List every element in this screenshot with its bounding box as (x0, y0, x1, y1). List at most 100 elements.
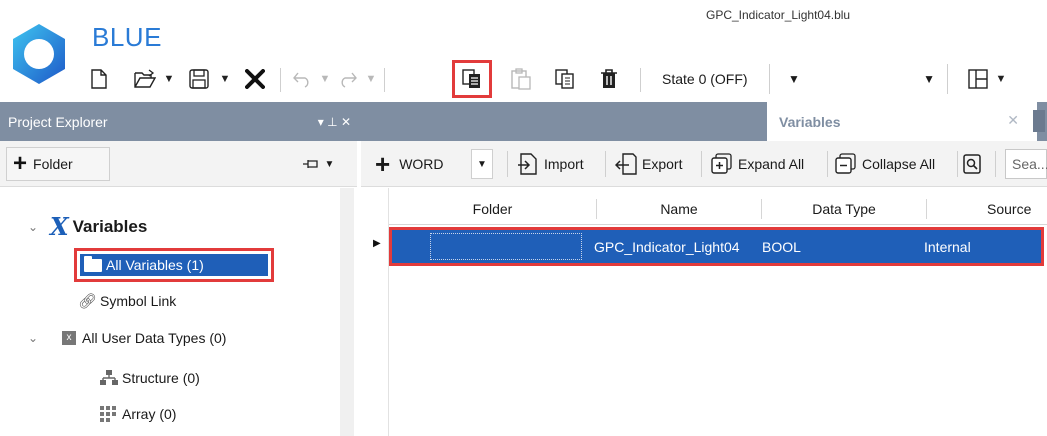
chevron-down-icon: ▼ (163, 73, 175, 85)
selected-row[interactable]: GPC_Indicator_Light04 BOOL Internal (392, 230, 1041, 263)
open-button[interactable] (132, 62, 158, 96)
import-icon (518, 153, 537, 175)
find-document-icon (963, 154, 981, 174)
expand-all-button[interactable]: Expand All (711, 149, 804, 179)
search-placeholder: Sea... (1012, 156, 1047, 172)
expand-all-label: Expand All (738, 156, 805, 172)
new-file-button[interactable] (88, 62, 110, 96)
column-header-data-type[interactable]: Data Type (762, 193, 926, 225)
variables-toolbar: + WORD ▼ Import Export Expand All Collap… (361, 141, 1047, 187)
variables-grid (361, 188, 1047, 436)
column-header-name[interactable]: Name (597, 193, 761, 225)
chevron-down-icon: ▼ (923, 72, 935, 86)
undo-dropdown[interactable]: ▼ (318, 62, 332, 96)
trash-button[interactable] (596, 62, 622, 96)
layout-dropdown[interactable]: ▼ (994, 62, 1008, 96)
find-button[interactable] (963, 149, 981, 179)
redo-button[interactable] (336, 62, 360, 96)
tree-item-variables[interactable]: ⌄ X Variables (28, 212, 147, 241)
close-icon[interactable]: ✕ (1007, 112, 1019, 129)
source-cell-value: Internal (924, 238, 971, 255)
column-header-folder-label: Folder (472, 201, 513, 217)
pin-icon (302, 160, 318, 168)
link-icon: 🔗︎ (78, 293, 98, 310)
column-header-data-type-label: Data Type (812, 201, 876, 217)
layout-button[interactable] (964, 62, 992, 96)
export-label: Export (642, 156, 683, 172)
collapse-all-button[interactable]: Collapse All (835, 149, 935, 179)
search-input[interactable]: Sea... (1005, 149, 1047, 179)
chevron-down-icon: ▼ (477, 158, 487, 170)
row-header-gutter (365, 188, 389, 436)
column-header-source[interactable]: Source (927, 193, 1047, 225)
pin-dropdown-button[interactable]: ▼ (296, 151, 340, 177)
toolbar-separator (640, 68, 641, 92)
array-icon (100, 406, 116, 422)
delete-button[interactable] (242, 62, 268, 96)
chevron-down-icon: ▼ (319, 73, 331, 85)
collapse-all-label: Collapse All (862, 156, 936, 172)
redo-dropdown[interactable]: ▼ (364, 62, 378, 96)
duplicate-icon (555, 69, 574, 89)
source-cell[interactable]: Internal (924, 230, 971, 263)
toolbar-separator (280, 68, 281, 92)
tree-item-structure-label: Structure (0) (122, 370, 200, 386)
tree-item-array-label: Array (0) (122, 406, 177, 422)
document-tabstrip: Variables ✕ (357, 102, 1047, 141)
tree-item-symbol-link[interactable]: 🔗︎ Symbol Link (78, 292, 176, 310)
plus-icon: + (375, 149, 391, 179)
name-cell[interactable]: GPC_Indicator_Light04 (594, 230, 740, 263)
project-explorer-toolbar: + Folder ▼ (0, 141, 357, 187)
redo-icon (341, 72, 357, 88)
state-select[interactable]: State 0 (OFF) (652, 64, 770, 94)
paste-button[interactable] (506, 62, 536, 96)
save-button[interactable] (186, 62, 212, 96)
trash-icon (601, 69, 617, 88)
all-variables-selected[interactable]: All Variables (1) (80, 254, 268, 276)
undo-icon (293, 72, 309, 88)
column-header-folder[interactable]: Folder (389, 193, 596, 225)
toolbar-separator (995, 151, 996, 177)
column-header-source-label: Source (987, 201, 1032, 217)
chevron-down-icon: ▼ (365, 73, 377, 85)
new-file-icon (91, 69, 107, 89)
toolbar-separator (384, 68, 385, 92)
title-toolbar-area: BLUE GPC_Indicator_Light04.blu ▼ ▼ ▼ ▼ S… (0, 0, 1047, 102)
tab-variables[interactable]: Variables ✕ (767, 102, 1037, 141)
tree-item-array[interactable]: Array (0) (100, 406, 176, 422)
tab-overflow-button[interactable] (1033, 110, 1045, 132)
tree-item-structure[interactable]: Structure (0) (100, 370, 200, 386)
panel-controls[interactable]: ▾ ⊥ ✕ (318, 102, 351, 141)
data-type-icon: x (62, 331, 76, 345)
word-type-dropdown[interactable]: ▼ (471, 149, 493, 179)
current-row-indicator-icon: ▶ (373, 238, 381, 249)
project-tree: ⌄ X Variables 🔗︎ Symbol Link ⌄ x All Use… (0, 188, 357, 436)
panel-controls-glyphs[interactable]: ▾ ⊥ ✕ (318, 115, 351, 129)
tree-item-user-data-types[interactable]: ⌄ x All User Data Types (0) (28, 330, 226, 346)
save-dropdown[interactable]: ▼ (218, 62, 232, 96)
add-word-label: WORD (399, 156, 444, 172)
structure-icon (100, 370, 118, 385)
blue-logo-icon (13, 24, 65, 84)
state-select-dropdown[interactable]: ▼ (780, 64, 808, 94)
add-word-button[interactable]: + WORD (375, 149, 444, 179)
delete-x-icon (245, 69, 265, 89)
tree-item-all-variables[interactable]: All Variables (1) (74, 248, 274, 282)
toolbar-separator (507, 151, 508, 177)
import-button[interactable]: Import (517, 149, 584, 179)
add-folder-button[interactable]: + Folder (6, 147, 110, 181)
table-row[interactable]: GPC_Indicator_Light04 BOOL Internal (389, 227, 1044, 266)
data-type-cell[interactable]: BOOL (762, 230, 801, 263)
file-title: GPC_Indicator_Light04.blu (706, 8, 851, 22)
open-dropdown[interactable]: ▼ (162, 62, 176, 96)
secondary-combo[interactable]: ▼ (820, 64, 948, 94)
folder-icon (84, 255, 102, 272)
project-explorer-header: Project Explorer ▾ ⊥ ✕ (0, 102, 357, 141)
grid-header: Folder Name Data Type Source (389, 193, 1047, 225)
project-tree-scrollbar[interactable] (340, 188, 354, 436)
undo-button[interactable] (290, 62, 314, 96)
duplicate-button[interactable] (550, 62, 580, 96)
save-icon (189, 69, 209, 89)
export-button[interactable]: Export (615, 149, 682, 179)
folder-cell[interactable] (430, 233, 582, 260)
